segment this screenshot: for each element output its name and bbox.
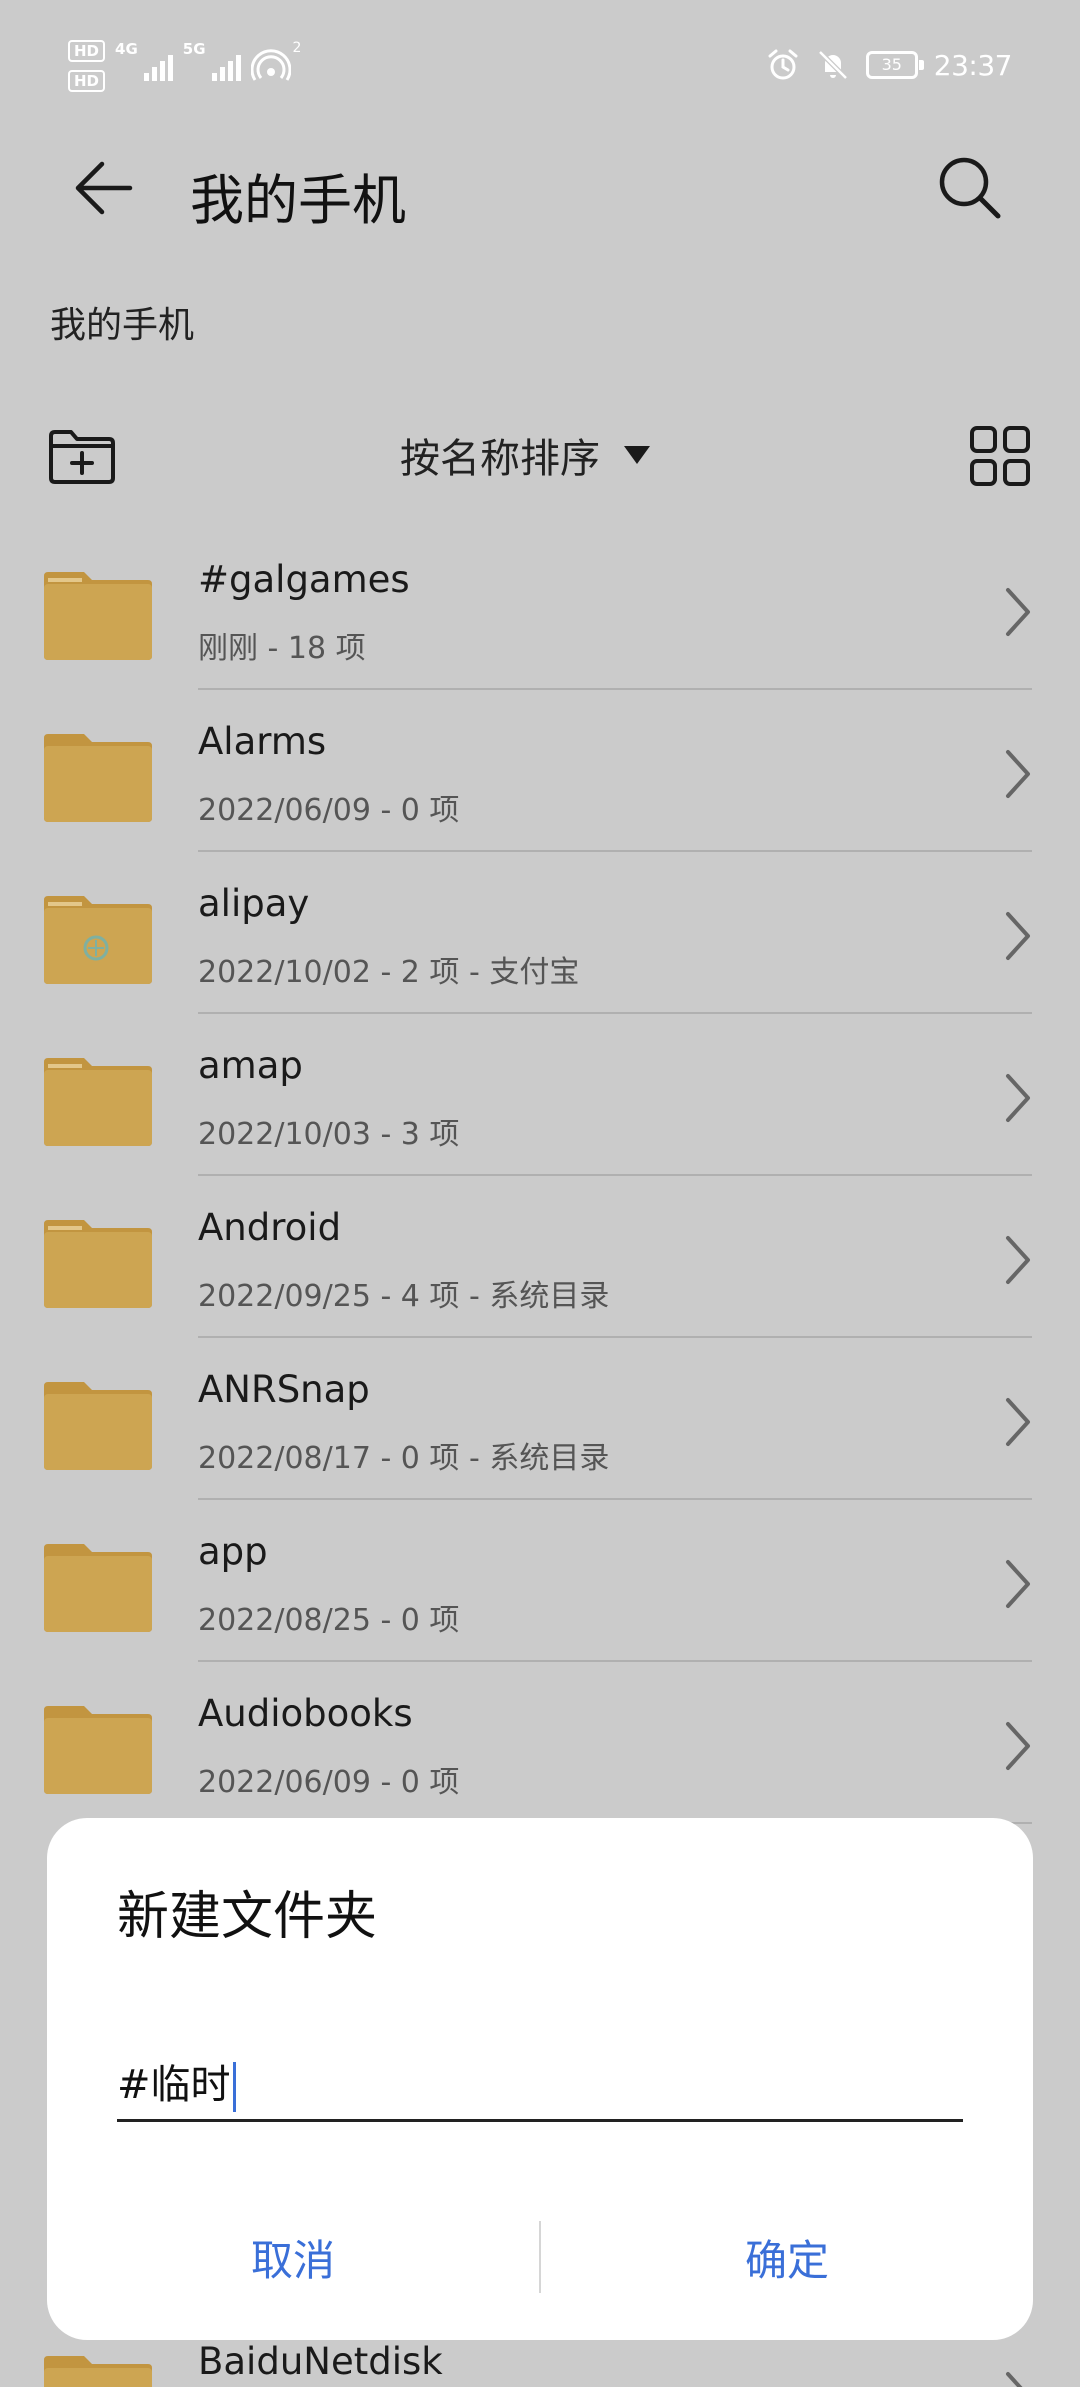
file-row-app[interactable]: app 2022/08/25 - 0 项 bbox=[0, 1500, 1080, 1662]
file-meta: 2022/08/25 - 0 项 bbox=[198, 1603, 460, 1638]
folder-icon bbox=[44, 1382, 152, 1470]
sort-dropdown[interactable]: 按名称排序 bbox=[400, 425, 652, 485]
folder-name-value: #临时 bbox=[117, 2062, 231, 2108]
status-right: 35 23:37 bbox=[766, 48, 1013, 82]
hotspot-icon bbox=[250, 49, 291, 81]
alarm-icon bbox=[768, 49, 798, 80]
text-caret bbox=[232, 2062, 236, 2112]
signal-strength-icon-2 bbox=[211, 51, 241, 81]
search-button[interactable] bbox=[930, 148, 1010, 228]
folder-icon bbox=[44, 2356, 152, 2387]
hotspot-count: 2 bbox=[292, 40, 302, 56]
dropdown-triangle-icon bbox=[624, 446, 650, 464]
mute-icon bbox=[818, 50, 848, 80]
hd-badge: HD bbox=[68, 40, 106, 62]
file-meta: 2022/08/17 - 0 项 - 系统目录 bbox=[198, 1441, 610, 1476]
file-name: alipay bbox=[198, 882, 310, 925]
chevron-right-icon bbox=[1006, 1560, 1030, 1608]
chevron-right-icon bbox=[1006, 1398, 1030, 1446]
chevron-right-icon bbox=[1006, 588, 1030, 636]
hd-badges: HD HD bbox=[68, 40, 106, 92]
new-folder-button[interactable] bbox=[44, 418, 120, 494]
file-row-audiobooks[interactable]: Audiobooks 2022/06/09 - 0 项 bbox=[0, 1662, 1080, 1824]
cancel-button[interactable]: 取消 bbox=[47, 2212, 539, 2302]
file-name: Alarms bbox=[198, 720, 327, 763]
status-left: HD HD 4G 5G 2 bbox=[68, 40, 301, 92]
file-name: ANRSnap bbox=[198, 1368, 370, 1411]
chevron-right-icon bbox=[1006, 2372, 1023, 2387]
signal-strength-icon bbox=[143, 51, 173, 81]
folder-name-input[interactable]: #临时 bbox=[117, 2052, 236, 2112]
file-name: Android bbox=[198, 1206, 342, 1249]
file-name: #galgames bbox=[198, 558, 410, 601]
file-name: amap bbox=[198, 1044, 303, 1087]
chevron-right-icon bbox=[1006, 1074, 1030, 1122]
dialog-actions: 取消 确定 bbox=[47, 2212, 1033, 2302]
file-row-galgames[interactable]: #galgames 刚刚 - 18 项 bbox=[0, 528, 1080, 690]
file-name: BaiduNetdisk bbox=[198, 2340, 443, 2383]
search-icon bbox=[939, 157, 1001, 219]
new-folder-dialog: 新建文件夹 #临时 取消 确定 bbox=[47, 1818, 1033, 2340]
file-name: Audiobooks bbox=[198, 1692, 413, 1735]
chevron-right-icon bbox=[1006, 1236, 1030, 1284]
file-meta: 2022/06/09 - 0 项 bbox=[198, 1765, 460, 1800]
status-bar: HD HD 4G 5G 2 35 23:37 bbox=[0, 0, 1080, 130]
dialog-title: 新建文件夹 bbox=[117, 1887, 378, 1947]
folder-icon bbox=[44, 1706, 152, 1794]
confirm-button[interactable]: 确定 bbox=[541, 2212, 1033, 2302]
folder-name-field[interactable]: #临时 bbox=[117, 2040, 963, 2122]
chevron-right-icon bbox=[1006, 1722, 1030, 1770]
file-meta: 刚刚 - 18 项 bbox=[198, 631, 366, 666]
folder-icon bbox=[44, 1544, 152, 1632]
new-folder-icon bbox=[49, 430, 115, 484]
folder-icon bbox=[44, 572, 152, 660]
network-type-label-2: 5G bbox=[182, 40, 206, 58]
breadcrumb[interactable]: 我的手机 bbox=[50, 296, 194, 348]
network-type-label: 4G bbox=[115, 40, 138, 58]
chevron-right-icon bbox=[1006, 912, 1030, 960]
grid-view-button[interactable] bbox=[962, 418, 1038, 494]
file-list: #galgames 刚刚 - 18 项 Alarms 2022/06/09 - … bbox=[0, 528, 1080, 1824]
sort-label: 按名称排序 bbox=[400, 436, 600, 482]
file-meta: 2022/10/03 - 3 项 bbox=[198, 1117, 460, 1152]
hd-badge: HD bbox=[68, 70, 106, 92]
file-meta: 2022/09/25 - 4 项 - 系统目录 bbox=[198, 1279, 610, 1314]
battery-indicator: 35 bbox=[865, 51, 924, 79]
file-row-alipay[interactable]: alipay 2022/10/02 - 2 项 - 支付宝 bbox=[0, 852, 1080, 1014]
file-row-anrsnap[interactable]: ANRSnap 2022/08/17 - 0 项 - 系统目录 bbox=[0, 1338, 1080, 1500]
back-arrow-icon bbox=[75, 161, 133, 215]
folder-icon bbox=[44, 734, 152, 822]
file-name: app bbox=[198, 1530, 268, 1573]
page-title: 我的手机 bbox=[190, 169, 406, 232]
chevron-right-icon bbox=[1006, 750, 1030, 798]
file-meta: 2022/10/02 - 2 项 - 支付宝 bbox=[198, 955, 580, 990]
file-row-android[interactable]: Android 2022/09/25 - 4 项 - 系统目录 bbox=[0, 1176, 1080, 1338]
file-meta: 2022/06/09 - 0 项 bbox=[198, 793, 460, 828]
status-time: 23:37 bbox=[933, 48, 1013, 82]
back-button[interactable] bbox=[62, 148, 142, 228]
app-bar: 我的手机 bbox=[0, 130, 1080, 240]
folder-icon bbox=[44, 1220, 152, 1308]
alipay-folder-icon bbox=[44, 896, 152, 984]
grid-view-icon bbox=[970, 426, 1030, 486]
file-row-alarms[interactable]: Alarms 2022/06/09 - 0 项 bbox=[0, 690, 1080, 852]
file-row-baidunetdisk[interactable]: BaiduNetdisk bbox=[0, 2340, 1080, 2387]
file-row-amap[interactable]: amap 2022/10/03 - 3 项 bbox=[0, 1014, 1080, 1176]
folder-icon bbox=[44, 1058, 152, 1146]
